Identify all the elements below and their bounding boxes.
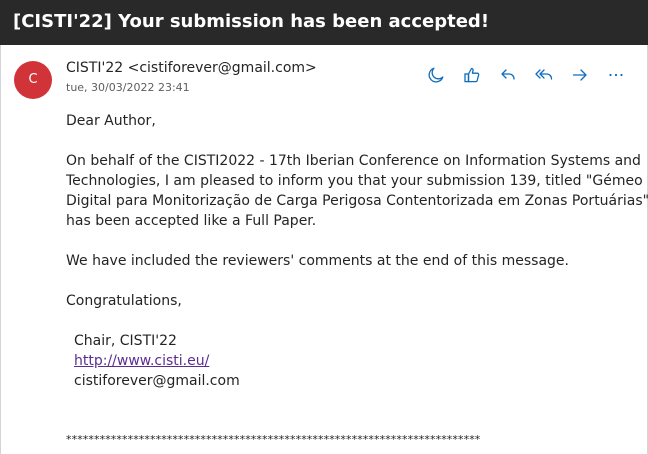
body-line: Digital para Monitorização de Carga Peri… <box>66 193 648 209</box>
moon-icon <box>427 66 445 84</box>
body-line: Technologies, I am pleased to inform you… <box>66 173 643 189</box>
reply-all-icon <box>534 66 554 84</box>
sender-avatar[interactable]: C <box>14 61 52 99</box>
reading-pane: C CISTI'22 <cistiforever@gmail.com> tue,… <box>0 45 648 454</box>
signature-email: cistiforever@gmail.com <box>74 373 240 389</box>
email-subject: [CISTI'22] Your submission has been acce… <box>13 11 490 32</box>
sent-date: tue, 30/03/2022 23:41 <box>66 81 190 94</box>
more-icon <box>607 66 625 84</box>
immersive-reader-button[interactable] <box>425 64 447 86</box>
body-line: On behalf of the CISTI2022 - 17th Iberia… <box>66 153 641 169</box>
sender-name[interactable]: CISTI'22 <box>66 60 123 76</box>
body-line: We have included the reviewers' comments… <box>66 253 569 269</box>
body-line: has been accepted like a Full Paper. <box>66 213 317 229</box>
sender-line: CISTI'22 <cistiforever@gmail.com> <box>66 59 317 78</box>
reply-button[interactable] <box>497 64 519 86</box>
reply-all-button[interactable] <box>533 64 555 86</box>
website-link[interactable]: http://www.cisti.eu/ <box>74 353 209 369</box>
like-button[interactable] <box>461 64 483 86</box>
separator-line: ****************************************… <box>66 433 481 446</box>
forward-button[interactable] <box>569 64 591 86</box>
thumbs-up-icon <box>463 66 481 84</box>
email-subject-bar: [CISTI'22] Your submission has been acce… <box>0 0 648 45</box>
forward-icon <box>571 66 589 84</box>
congratulations: Congratulations, <box>66 293 182 309</box>
greeting: Dear Author, <box>66 113 156 129</box>
signature-chair: Chair, CISTI'22 <box>74 333 177 349</box>
sender-email[interactable]: <cistiforever@gmail.com> <box>128 60 317 76</box>
more-actions-button[interactable] <box>605 64 627 86</box>
message-actions-toolbar <box>425 64 627 86</box>
signature-link-line: http://www.cisti.eu/ <box>74 351 209 371</box>
reply-icon <box>499 66 517 84</box>
